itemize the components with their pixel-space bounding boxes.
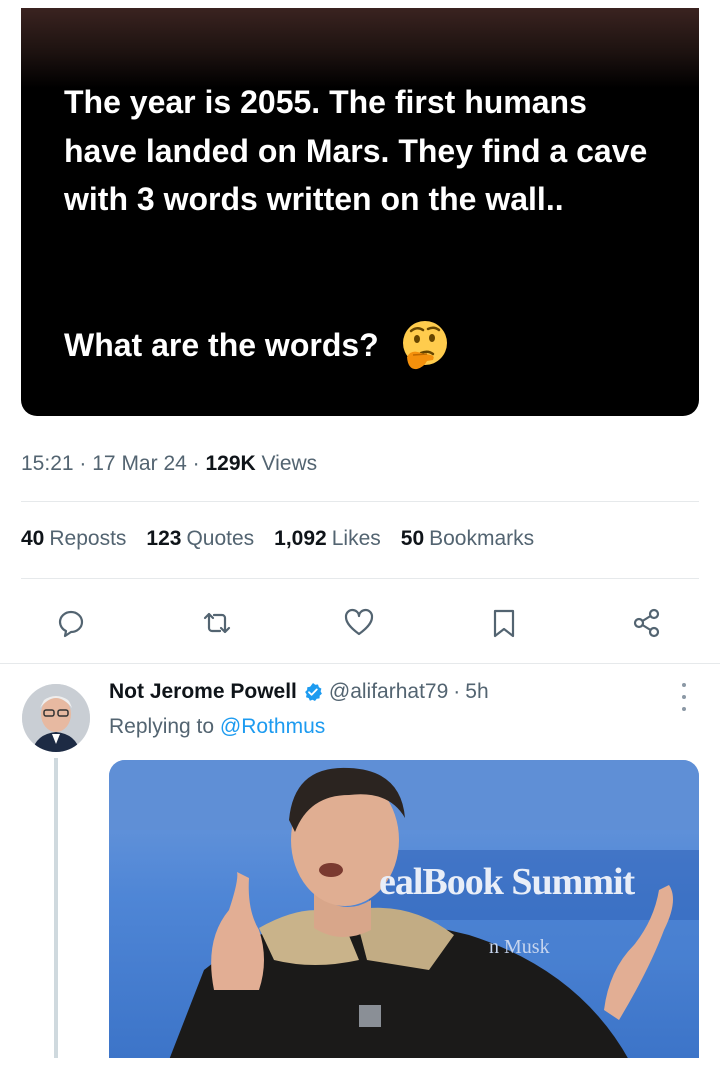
- views-count: 129K: [205, 452, 256, 475]
- stat-reposts[interactable]: 40 Reposts: [21, 527, 126, 551]
- header-separator: ·: [453, 680, 461, 703]
- tweet-date[interactable]: 17 Mar 24: [92, 452, 187, 475]
- reply-photo[interactable]: ealBook Summit n Musk: [109, 760, 699, 1060]
- reply-icon: [58, 610, 84, 638]
- replying-to: Replying to @Rothmus: [109, 715, 325, 739]
- media-question-text: What are the words?: [64, 327, 379, 363]
- engagement-stats: 40 Reposts 123 Quotes 1,092 Likes 50 Bookmar…: [21, 527, 534, 551]
- bookmark-button[interactable]: [485, 604, 523, 642]
- media-question-row: What are the words?: [64, 319, 451, 371]
- more-options-icon[interactable]: [674, 683, 694, 711]
- tweet-media-card[interactable]: The year is 2055. The first humans have …: [21, 8, 699, 416]
- replying-to-mention[interactable]: @Rothmus: [220, 715, 325, 738]
- repost-button[interactable]: [198, 604, 236, 642]
- share-button[interactable]: [628, 604, 666, 642]
- divider: [21, 578, 699, 579]
- divider: [21, 501, 699, 502]
- avatar[interactable]: [22, 684, 90, 752]
- heart-icon: [344, 608, 374, 636]
- reply-author-name[interactable]: Not Jerome Powell: [109, 680, 297, 704]
- thread-line: [54, 758, 58, 1058]
- photo-banner-subtext: n Musk: [489, 936, 550, 958]
- action-bar: [0, 600, 720, 646]
- media-background: [21, 8, 699, 88]
- share-icon: [633, 608, 660, 638]
- reply-header: Not Jerome Powell @alifarhat79 · 5h: [109, 680, 489, 704]
- bottom-edge: [0, 1058, 720, 1066]
- meta-separator: ·: [192, 452, 200, 475]
- tweet-time: 15:21: [21, 452, 74, 475]
- reply-author-handle[interactable]: @alifarhat79: [329, 680, 448, 704]
- photo-scene: [109, 760, 699, 1060]
- stat-quotes[interactable]: 123 Quotes: [146, 527, 254, 551]
- thinking-face-emoji-icon: [402, 321, 447, 370]
- verified-badge-icon: [304, 683, 322, 701]
- meta-separator: ·: [79, 452, 87, 475]
- replying-to-label: Replying to: [109, 715, 215, 738]
- bookmark-icon: [493, 609, 515, 638]
- repost-icon: [203, 612, 231, 634]
- avatar-image: [22, 684, 90, 752]
- reply-button[interactable]: [52, 604, 90, 642]
- divider: [0, 663, 720, 664]
- stat-likes[interactable]: 1,092 Likes: [274, 527, 381, 551]
- reply-time[interactable]: 5h: [465, 680, 488, 704]
- tweet-meta: 15:21 · 17 Mar 24 · 129K Views: [21, 452, 317, 476]
- stat-bookmarks[interactable]: 50 Bookmarks: [401, 527, 534, 551]
- photo-banner-text: ealBook Summit: [379, 861, 635, 903]
- like-button[interactable]: [340, 604, 378, 642]
- media-text: The year is 2055. The first humans have …: [64, 84, 648, 217]
- views-label: Views: [261, 452, 318, 475]
